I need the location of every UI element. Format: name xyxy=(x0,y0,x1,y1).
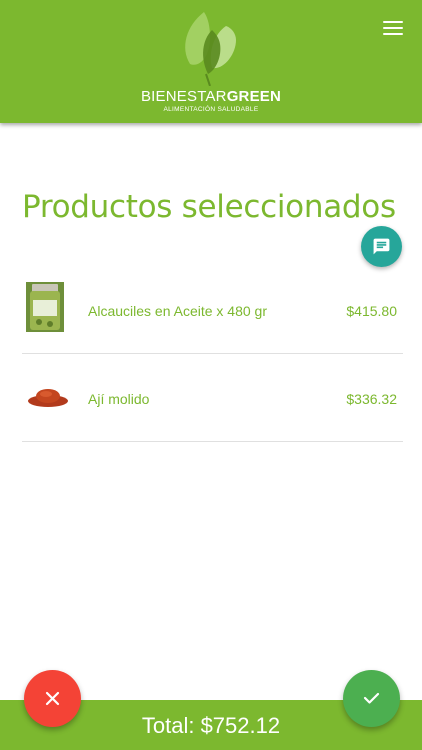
product-price: $336.32 xyxy=(346,391,397,407)
product-name: Alcauciles en Aceite x 480 gr xyxy=(88,303,267,319)
jar-product-image xyxy=(26,282,64,332)
confirm-button[interactable] xyxy=(343,670,400,727)
product-name: Ají molido xyxy=(88,391,150,407)
brand-logo: BIENESTARGREEN ALIMENTACIÓN SALUDABLE xyxy=(0,6,422,118)
check-icon xyxy=(363,692,380,704)
cancel-button[interactable] xyxy=(24,670,81,727)
ground-chili-image xyxy=(28,389,68,407)
page-title: Productos seleccionados xyxy=(22,189,396,225)
brand-name-bold: GREEN xyxy=(226,88,282,105)
list-item[interactable]: Ají molido $336.32 xyxy=(22,354,403,442)
app-header: BIENESTARGREEN ALIMENTACIÓN SALUDABLE xyxy=(0,0,422,123)
hamburger-menu-icon[interactable] xyxy=(383,20,403,36)
list-item[interactable]: Alcauciles en Aceite x 480 gr $415.80 xyxy=(22,266,403,354)
chat-message-icon xyxy=(373,238,390,255)
brand-name-light: BIENESTAR xyxy=(140,88,227,105)
brand-name: BIENESTARGREEN xyxy=(0,88,422,105)
chat-button[interactable] xyxy=(361,226,402,267)
brand-tagline: ALIMENTACIÓN SALUDABLE xyxy=(163,106,259,113)
product-price: $415.80 xyxy=(346,303,397,319)
close-icon xyxy=(45,691,60,706)
selected-products-list: Alcauciles en Aceite x 480 gr $415.80 Aj… xyxy=(22,266,403,442)
leaf-logo-icon xyxy=(185,12,236,86)
